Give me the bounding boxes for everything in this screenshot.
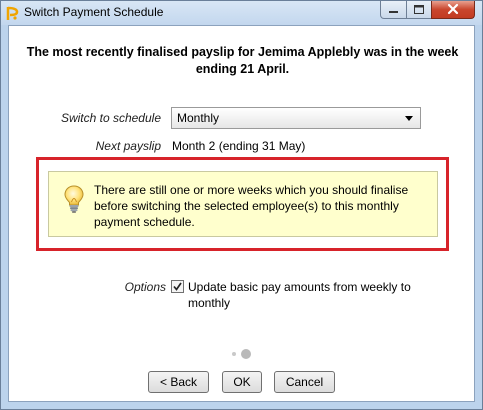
update-basic-pay-label[interactable]: Update basic pay amounts from weekly to …: [188, 279, 428, 311]
schedule-label: Switch to schedule: [60, 111, 161, 125]
page-indicator-dot: [232, 352, 236, 356]
checkbox-label-line-1: Update basic pay amounts from weekly to: [188, 280, 411, 294]
lightbulb-icon: [64, 185, 84, 213]
page-indicator-dot-current: [241, 349, 251, 359]
title-bar[interactable]: Switch Payment Schedule: [1, 1, 482, 25]
maximize-icon: [414, 5, 424, 14]
options-label: Options: [124, 280, 166, 294]
dropdown-arrow-icon: [405, 116, 413, 121]
schedule-select[interactable]: Monthly: [171, 107, 421, 129]
warning-message: There are still one or more weeks which …: [94, 182, 429, 230]
minimize-icon: [389, 11, 398, 13]
dialog-window: Switch Payment Schedule The most recentl…: [0, 0, 483, 410]
headline-line-2: ending 21 April.: [195, 62, 290, 76]
back-button[interactable]: < Back: [148, 371, 209, 393]
minimize-button[interactable]: [380, 1, 407, 19]
cancel-button[interactable]: Cancel: [274, 371, 335, 393]
dialog-content: The most recently finalised payslip for …: [8, 25, 475, 402]
warning-line-3: payment schedule.: [94, 215, 195, 229]
schedule-select-value: Monthly: [177, 111, 220, 125]
checkbox-label-line-2: monthly: [188, 296, 231, 310]
headline-line-1: The most recently finalised payslip for …: [26, 45, 459, 59]
next-payslip-label: Next payslip: [95, 139, 161, 153]
payroll-app-icon: [6, 6, 19, 20]
warning-box: There are still one or more weeks which …: [48, 171, 438, 237]
close-button[interactable]: [431, 1, 475, 19]
warning-line-1: There are still one or more weeks which …: [94, 183, 409, 197]
payslip-headline: The most recently finalised payslip for …: [9, 44, 476, 78]
window-title: Switch Payment Schedule: [24, 5, 164, 19]
close-icon: [447, 3, 459, 15]
warning-line-2: before switching the selected employee(s…: [94, 199, 399, 213]
ok-button[interactable]: OK: [222, 371, 262, 393]
checkmark-icon: [173, 282, 182, 291]
maximize-button[interactable]: [406, 1, 432, 19]
update-basic-pay-checkbox[interactable]: [171, 280, 184, 293]
next-payslip-value: Month 2 (ending 31 May): [172, 139, 306, 153]
